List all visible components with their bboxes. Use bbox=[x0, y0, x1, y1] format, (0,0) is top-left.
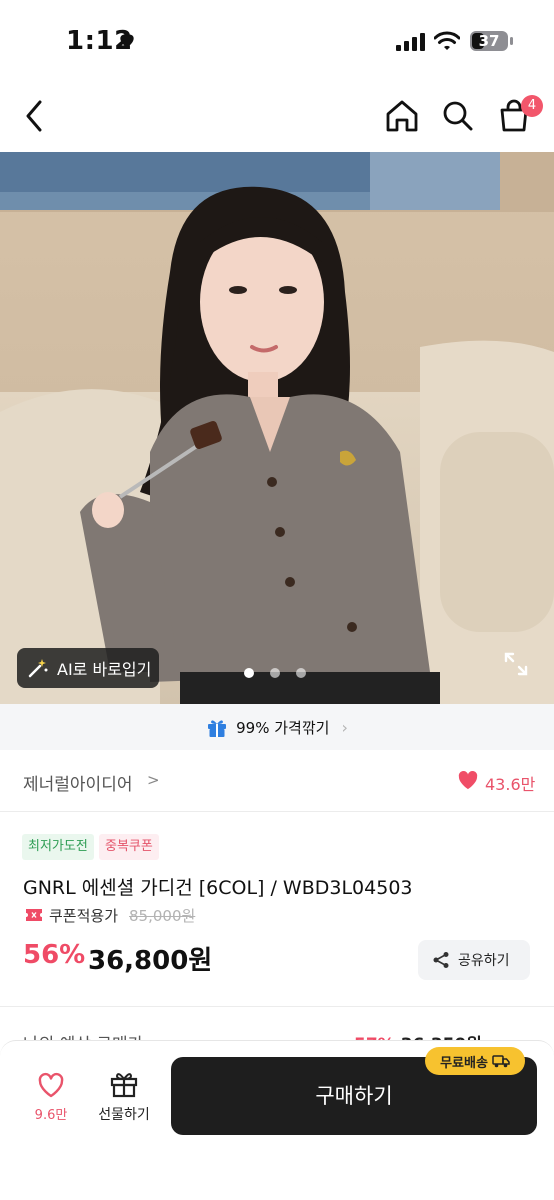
wishlist-button[interactable]: 9.6만 bbox=[29, 1072, 73, 1128]
share-button[interactable]: 공유하기 bbox=[418, 940, 530, 980]
search-icon[interactable] bbox=[438, 96, 478, 136]
gift-box-icon bbox=[208, 720, 227, 737]
chevron-right-icon: › bbox=[341, 717, 348, 737]
gift-button[interactable]: 선물하기 bbox=[94, 1070, 154, 1126]
carousel-dot[interactable] bbox=[296, 668, 306, 678]
original-price: 85,000원 bbox=[129, 907, 196, 925]
discount-rate: 56% bbox=[23, 940, 86, 970]
battery-level: 37 bbox=[478, 32, 500, 50]
free-shipping-label: 무료배송 bbox=[440, 1055, 488, 1071]
magic-wand-icon bbox=[28, 659, 48, 678]
heart-outline-icon bbox=[38, 1072, 64, 1098]
share-label: 공유하기 bbox=[458, 953, 510, 969]
cart-count-badge: 4 bbox=[521, 95, 543, 117]
ai-try-on-label: AI로 바로입기 bbox=[57, 660, 152, 679]
double-coupon-badge: 중복쿠폰 bbox=[99, 834, 159, 860]
product-page: 1:12 37 4 AI로 바로입기 99% 가격깎기 › 제너럴아이디어 > … bbox=[0, 0, 554, 1200]
price-bargain-banner[interactable]: 99% 가격깎기 › bbox=[0, 704, 554, 750]
wifi-icon bbox=[434, 31, 460, 50]
ai-try-on-button[interactable]: AI로 바로입기 bbox=[17, 648, 159, 688]
brand-row[interactable]: 제너럴아이디어 > 43.6만 bbox=[0, 750, 554, 812]
coupon-price-label: 쿠폰적용가 bbox=[49, 907, 119, 925]
gift-label: 선물하기 bbox=[98, 1107, 150, 1123]
chevron-right-icon: > bbox=[147, 771, 160, 789]
section-divider bbox=[0, 1006, 554, 1007]
fullscreen-icon[interactable] bbox=[502, 650, 530, 678]
free-shipping-badge: 무료배송 bbox=[425, 1047, 525, 1075]
brand-like-count: 43.6만 bbox=[485, 775, 536, 794]
product-image-carousel[interactable] bbox=[0, 152, 554, 704]
carousel-dot[interactable] bbox=[270, 668, 280, 678]
heart-icon[interactable] bbox=[457, 770, 479, 790]
status-bar: 1:12 37 bbox=[0, 0, 554, 80]
gift-icon bbox=[110, 1073, 138, 1098]
brand-name[interactable]: 제너럴아이디어 bbox=[23, 770, 132, 795]
share-icon bbox=[433, 952, 449, 968]
lowest-price-badge: 최저가도전 bbox=[22, 834, 94, 860]
battery-icon: 37 bbox=[470, 31, 508, 51]
product-title: GNRL 에센셜 가디건 [6COL] / WBD3L04503 bbox=[23, 877, 413, 899]
coupon-icon bbox=[26, 909, 42, 921]
product-photo bbox=[0, 152, 554, 704]
bargain-text: 99% 가격깎기 bbox=[236, 718, 330, 737]
sale-price: 36,800원 bbox=[88, 946, 213, 976]
truck-icon bbox=[492, 1055, 510, 1068]
wishlist-count: 9.6만 bbox=[34, 1108, 68, 1123]
carousel-dots bbox=[244, 668, 310, 678]
cellular-signal-icon bbox=[396, 33, 425, 51]
top-nav bbox=[0, 80, 554, 152]
carousel-dot[interactable] bbox=[244, 668, 254, 678]
home-icon[interactable] bbox=[382, 96, 422, 136]
heart-status-icon bbox=[120, 34, 134, 48]
back-arrow-icon[interactable] bbox=[16, 92, 54, 140]
